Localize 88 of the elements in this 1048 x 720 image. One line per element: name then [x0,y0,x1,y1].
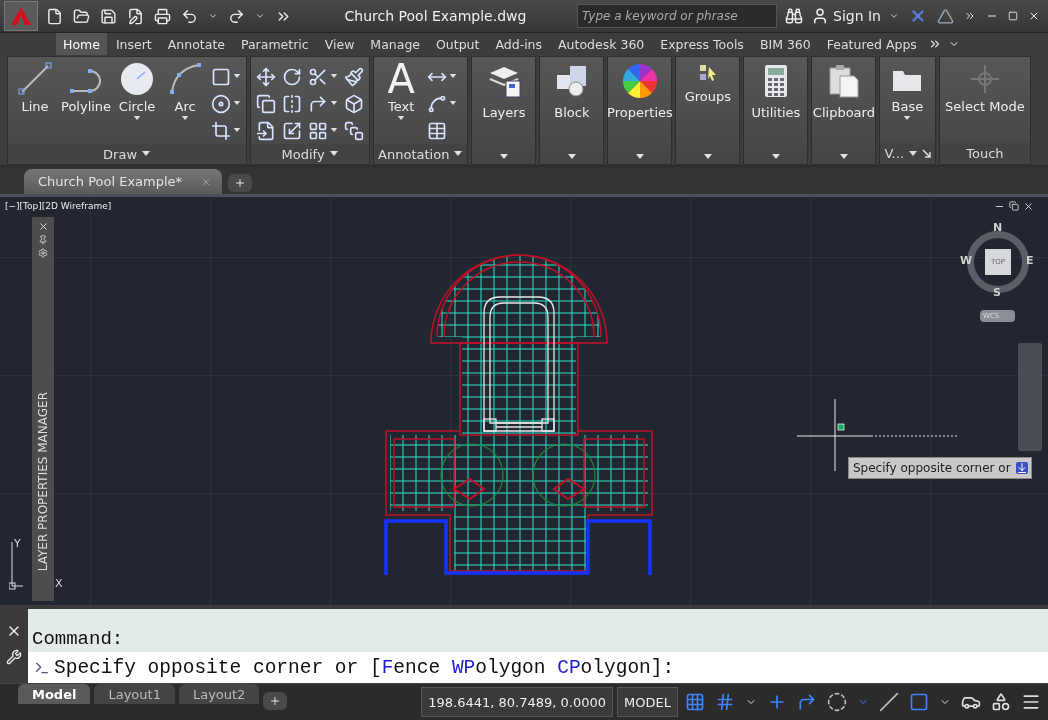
grid-icon [308,120,329,141]
ribbon-tab[interactable]: Parametric [234,33,316,55]
table-icon [427,120,448,141]
layout-tab[interactable]: Model [18,684,91,704]
ribbon-tab[interactable]: View [317,33,362,55]
compass-label: W [960,255,973,267]
axis-label: X [55,577,63,590]
ribbon-tab[interactable]: Home [56,33,107,55]
line-icon [17,61,53,97]
leader-icon [427,93,448,114]
ribbon-panel-button[interactable]: Utilities [743,56,809,165]
settings-icon[interactable] [37,248,48,258]
command-prompt: Specify opposite corner or [Fence WPolygon CPolygon]: [54,656,675,679]
sign-in-button[interactable]: Sign In [811,7,881,25]
tool-button[interactable]: Base [885,61,930,121]
ribbon-panel-button[interactable]: Clipboard [811,56,877,165]
mirror-icon [282,93,303,114]
groups-icon [697,63,718,83]
axis-label: Y [14,537,21,550]
disc-icon [211,93,232,114]
user-icon [811,7,829,25]
compass-label: E [1026,255,1034,267]
ribbon-tab[interactable]: Add-ins [488,33,550,55]
arc-icon [167,61,204,97]
tool-button[interactable]: Circle [115,61,160,121]
close-icon[interactable] [37,221,49,232]
rotate-icon [282,66,303,87]
caret-icon [770,154,781,160]
wrench-icon[interactable] [6,649,22,665]
scale-icon [282,120,303,141]
command-field[interactable]: Specify opposite corner or [Fence WPolygon CPolygon]: [28,652,1048,683]
pin-icon[interactable] [37,235,48,245]
palette-title[interactable]: LAYER PROPERTIES MANAGER [36,391,50,571]
coordinates-readout: 198.6441, 80.7489, 0.0000 [421,687,614,717]
copy-icon [256,93,277,114]
rectangle-icon [211,66,232,87]
layout-tab[interactable]: Layout2 [178,684,260,704]
stack-icon [344,120,365,141]
ribbon-tab[interactable]: Autodesk 360 [551,33,652,55]
search-field[interactable]: Type a keyword or phrase [577,4,777,28]
panel-title[interactable]: Modify [251,144,370,164]
tool-button[interactable]: Select Mode [945,61,1025,114]
paintbrush-icon [344,66,365,87]
ribbon-tab[interactable]: Insert [108,33,159,55]
model-space-button[interactable]: MODEL [617,687,678,717]
caret-icon [634,154,645,160]
circle-icon [119,61,156,97]
tool-button[interactable]: A Text [379,61,424,121]
plus-icon [234,177,247,189]
caret-icon [566,154,577,160]
move-icon [256,66,277,87]
new-tab-button[interactable] [228,174,253,192]
ribbon-tab[interactable]: Featured Apps [819,33,924,55]
ribbon-tab[interactable]: Manage [363,33,427,55]
compass-label: N [993,222,1003,234]
color-wheel-icon [621,63,658,99]
options-icon[interactable] [1015,462,1028,474]
corner-icon [308,93,329,114]
ribbon-panel-button[interactable]: Block [539,56,605,165]
tooltip-text: Specify opposite corner or [853,461,1011,475]
ribbon-panel-button[interactable]: Properties [607,56,673,165]
caret-icon [498,154,509,160]
ribbon-tab[interactable]: Output [429,33,487,55]
restore-icon[interactable] [1009,201,1019,212]
viewport-label[interactable]: [−][Top][2D Wireframe] [5,201,112,211]
tool-button[interactable]: Line [13,61,57,114]
command-history: Command: [32,628,124,650]
ribbon-tab[interactable]: BIM 360 [752,33,818,55]
file-tab[interactable]: Church Pool Example* [24,169,223,194]
window-title: Church Pool Example.dwg [343,8,528,24]
ribbon-tab[interactable]: Annotate [160,33,232,55]
caret-icon [838,154,849,160]
plus-icon [269,695,282,707]
ribbon-panel-button[interactable]: Layers [471,56,537,165]
caret-icon [702,154,713,160]
maximize-icon[interactable] [1006,9,1020,23]
crop-icon [211,120,232,141]
compass-label: S [993,287,1001,299]
text-glyph-icon: A [387,61,415,97]
new-layout-button[interactable] [263,692,288,710]
ribbon-tab[interactable]: Express Tools [653,33,751,55]
box-icon [344,93,365,114]
tool-button[interactable]: Arc [163,61,208,121]
app-logo-icon [11,7,31,25]
layout-tab[interactable]: Layout1 [94,684,175,704]
ribbon-panel-button[interactable]: Groups [675,56,741,165]
close-icon[interactable] [1023,201,1034,212]
tool-button[interactable]: Polyline [61,61,112,114]
